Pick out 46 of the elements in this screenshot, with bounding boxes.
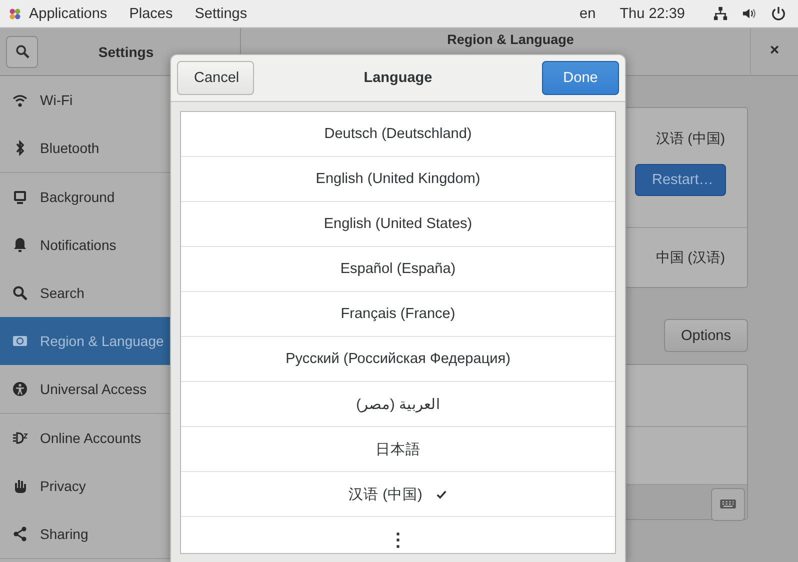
monitor-icon xyxy=(12,189,28,205)
cancel-button[interactable]: Cancel xyxy=(177,61,254,95)
hand-icon xyxy=(12,478,28,494)
search-button[interactable] xyxy=(6,36,38,68)
sidebar-item[interactable]: Privacy xyxy=(0,462,240,510)
menu-item[interactable]: Settings xyxy=(184,6,258,22)
formats-value: 中国 (汉语) xyxy=(656,248,725,266)
logo-icon xyxy=(8,6,22,20)
menu-item[interactable]: Places xyxy=(118,6,184,22)
wifi-icon xyxy=(12,92,28,108)
language-value: 汉语 (中国) xyxy=(656,130,725,148)
volume-icon[interactable] xyxy=(742,6,757,21)
panel-title: Region & Language xyxy=(446,32,575,47)
sidebar-item[interactable]: Online Accounts xyxy=(0,414,240,462)
language-option[interactable]: 汉语 (中国) xyxy=(348,484,422,504)
more-button[interactable]: ⋮ xyxy=(389,528,407,550)
language-option[interactable]: Русский (Российская Федерация) xyxy=(286,351,510,367)
search-icon xyxy=(14,44,30,59)
sidebar-item[interactable]: Bluetooth xyxy=(0,124,240,172)
sidebar-item[interactable]: Background xyxy=(0,173,240,221)
language-option[interactable]: 日本語 xyxy=(376,440,420,458)
close-button[interactable]: × xyxy=(750,28,798,74)
sidebar-item[interactable]: Search xyxy=(0,269,240,317)
clock[interactable]: Thu 22:39 xyxy=(620,6,685,22)
person-icon xyxy=(12,381,28,397)
sidebar-item[interactable]: Notifications xyxy=(0,221,240,269)
language-option[interactable]: Français (France) xyxy=(340,306,456,322)
menu-item[interactable]: Applications xyxy=(22,6,118,22)
power-icon[interactable] xyxy=(771,6,786,21)
keyboard-layout[interactable]: en xyxy=(580,6,596,22)
language-option[interactable]: Español (España) xyxy=(340,261,456,277)
network-icon[interactable] xyxy=(713,6,728,21)
bell-icon xyxy=(12,237,28,253)
keyboard-button[interactable] xyxy=(711,488,745,520)
done-button[interactable]: Done xyxy=(542,61,619,95)
language-option[interactable]: العربية (مصر) xyxy=(356,396,440,412)
share-icon xyxy=(12,526,28,542)
language-option[interactable]: Deutsch (Deutschland) xyxy=(324,126,472,142)
search-icon xyxy=(12,285,28,301)
sidebar-item[interactable]: Universal Access xyxy=(0,365,240,413)
sidebar-title: Settings xyxy=(97,44,155,60)
sidebar-item[interactable]: Sharing xyxy=(0,510,240,558)
language-option[interactable]: English (United Kingdom) xyxy=(316,171,480,187)
language-option[interactable]: English (United States) xyxy=(324,216,472,232)
options-button[interactable]: Options xyxy=(664,319,748,352)
dialog-title: Language xyxy=(362,70,434,86)
